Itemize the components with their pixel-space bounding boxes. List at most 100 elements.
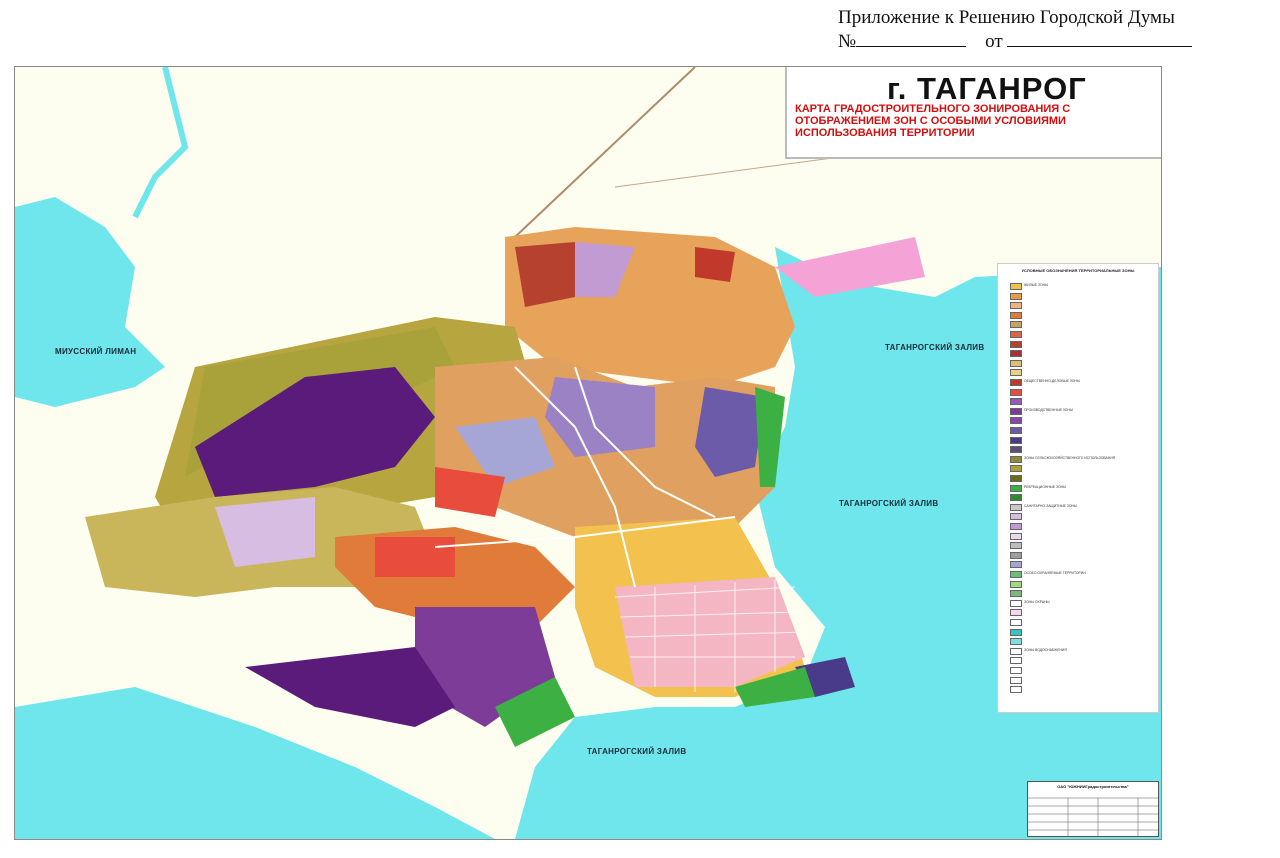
legend-item bbox=[1010, 416, 1155, 425]
legend-item bbox=[1010, 532, 1155, 540]
legend-swatch bbox=[1010, 484, 1022, 492]
legend-label: ЖИЛЫЕ ЗОНЫ bbox=[1024, 283, 1049, 287]
legend-label: ПРОИЗВОДСТВЕННЫЕ ЗОНЫ bbox=[1024, 407, 1073, 412]
legend-label: ЗОНЫ СЕЛЬСКОХОЗЯЙСТВЕННОГО ИСПОЛЬЗОВАНИЯ bbox=[1024, 455, 1116, 460]
map-legend: УСЛОВНЫЕ ОБОЗНАЧЕНИЯ ТЕРРИТОРИАЛЬНЫЕ ЗОН… bbox=[997, 263, 1159, 713]
document-header: Приложение к Решению Городской Думы № от bbox=[838, 6, 1278, 54]
legend-swatch bbox=[1010, 571, 1022, 578]
legend-swatch bbox=[1010, 580, 1022, 588]
legend-swatch bbox=[1010, 667, 1022, 674]
legend-swatch bbox=[1010, 340, 1022, 348]
legend-swatch bbox=[1010, 283, 1022, 290]
legend-label: САНИТАРНО-ЗАЩИТНЫЕ ЗОНЫ bbox=[1024, 503, 1077, 508]
legend-item bbox=[1010, 512, 1155, 521]
legend-item bbox=[1010, 522, 1155, 530]
legend-swatch bbox=[1010, 407, 1022, 415]
legend-swatch bbox=[1010, 331, 1022, 338]
legend-item bbox=[1010, 493, 1155, 502]
legend-swatch bbox=[1010, 379, 1022, 386]
legend-item bbox=[1010, 445, 1155, 454]
legend-item: ЖИЛЫЕ ЗОНЫ bbox=[1010, 282, 1155, 290]
decision-number-line: № от bbox=[838, 30, 1278, 54]
legend-label: ЗОНЫ ВОДОСНАБЖЕНИЯ bbox=[1024, 647, 1067, 652]
legend-swatch bbox=[1010, 369, 1022, 377]
legend-swatch bbox=[1010, 676, 1022, 684]
legend-item bbox=[1010, 368, 1155, 377]
legend-item: ОСОБО ОХРАНЯЕМЫЕ ТЕРРИТОРИИ bbox=[1010, 570, 1155, 578]
number-prefix: № bbox=[838, 31, 857, 52]
legend-swatch bbox=[1010, 532, 1022, 540]
legend-item bbox=[1010, 628, 1155, 636]
legend-item: ЗОНЫ СЕЛЬСКОХОЗЯЙСТВЕННОГО ИСПОЛЬЗОВАНИЯ bbox=[1010, 455, 1155, 463]
legend-item bbox=[1010, 320, 1155, 329]
number-blank bbox=[856, 30, 967, 47]
legend-swatch bbox=[1010, 311, 1022, 319]
legend-item bbox=[1010, 464, 1155, 473]
legend-item bbox=[1010, 608, 1155, 617]
map-subtitle: КАРТА ГРАДОСТРОИТЕЛЬНОГО ЗОНИРОВАНИЯ С О… bbox=[795, 103, 1071, 139]
legend-swatch bbox=[1010, 455, 1022, 463]
legend-item bbox=[1010, 676, 1155, 684]
legend-swatch bbox=[1010, 551, 1022, 559]
label-bay-lower: ТАГАНРОГСКИЙ ЗАЛИВ bbox=[587, 747, 687, 756]
zoning-map[interactable]: МИУССКИЙ ЛИМАН ТАГАНРОГСКИЙ ЗАЛИВ ТАГАНР… bbox=[14, 66, 1162, 840]
label-bay-middle: ТАГАНРОГСКИЙ ЗАЛИВ bbox=[839, 499, 939, 508]
legend-swatch bbox=[1010, 321, 1022, 329]
label-bay-upper: ТАГАНРОГСКИЙ ЗАЛИВ bbox=[885, 343, 985, 352]
legend-swatch bbox=[1010, 609, 1022, 617]
map-canvas[interactable] bbox=[15, 67, 1161, 839]
legend-item bbox=[1010, 388, 1155, 396]
legend-label: РЕКРЕАЦИОННЫЕ ЗОНЫ bbox=[1024, 484, 1067, 489]
legend-item bbox=[1010, 426, 1155, 434]
legend-item bbox=[1010, 618, 1155, 626]
legend-item bbox=[1010, 397, 1155, 406]
legend-swatch bbox=[1010, 513, 1022, 521]
legend-item bbox=[1010, 656, 1155, 665]
legend-swatch bbox=[1010, 657, 1022, 665]
legend-item: ЗОНЫ ВОДОСНАБЖЕНИЯ bbox=[1010, 647, 1155, 655]
legend-label: ОБЩЕСТВЕННО-ДЕЛОВЫЕ ЗОНЫ bbox=[1024, 379, 1080, 383]
legend-item: РЕКРЕАЦИОННЫЕ ЗОНЫ bbox=[1010, 484, 1155, 492]
legend-swatch bbox=[1010, 686, 1022, 694]
title-stamp: ОАО "ЮЖНИИГрадостроительства" bbox=[1027, 781, 1159, 837]
legend-swatch bbox=[1010, 647, 1022, 655]
legend-swatch bbox=[1010, 523, 1022, 530]
legend-item bbox=[1010, 560, 1155, 569]
legend-swatch bbox=[1010, 542, 1022, 550]
date-blank bbox=[1007, 30, 1193, 47]
legend-swatch bbox=[1010, 638, 1022, 646]
legend-item bbox=[1010, 349, 1155, 358]
legend-item bbox=[1010, 474, 1155, 482]
legend-label: ОСОБО ОХРАНЯЕМЫЕ ТЕРРИТОРИИ bbox=[1024, 571, 1086, 575]
legend-swatch bbox=[1010, 417, 1022, 425]
legend-label: ЗОНЫ ОХРАНЫ bbox=[1024, 599, 1050, 604]
legend-swatch bbox=[1010, 302, 1022, 310]
legend-swatch bbox=[1010, 398, 1022, 406]
legend-item bbox=[1010, 541, 1155, 550]
legend-swatch bbox=[1010, 494, 1022, 502]
zone-north-public bbox=[515, 242, 575, 307]
legend-swatch bbox=[1010, 292, 1022, 300]
legend-item bbox=[1010, 311, 1155, 319]
legend-item bbox=[1010, 589, 1155, 598]
legend-swatch bbox=[1010, 465, 1022, 473]
stamp-grid bbox=[1028, 797, 1158, 836]
legend-item bbox=[1010, 637, 1155, 646]
label-miussky-liman: МИУССКИЙ ЛИМАН bbox=[55, 347, 137, 356]
legend-item: ЗОНЫ ОХРАНЫ bbox=[1010, 599, 1155, 607]
legend-swatch bbox=[1010, 388, 1022, 396]
legend-item bbox=[1010, 551, 1155, 559]
legend-swatch bbox=[1010, 350, 1022, 358]
legend-item bbox=[1010, 580, 1155, 588]
legend-item: САНИТАРНО-ЗАЩИТНЫЕ ЗОНЫ bbox=[1010, 503, 1155, 511]
zone-south-public bbox=[375, 537, 455, 577]
legend-item bbox=[1010, 301, 1155, 310]
decision-title: Приложение к Решению Городской Думы bbox=[838, 7, 1175, 28]
legend-item bbox=[1010, 292, 1155, 300]
legend-swatch bbox=[1010, 446, 1022, 454]
stamp-org: ОАО "ЮЖНИИГрадостроительства" bbox=[1057, 784, 1129, 789]
legend-heading: УСЛОВНЫЕ ОБОЗНАЧЕНИЯ ТЕРРИТОРИАЛЬНЫЕ ЗОН… bbox=[1021, 268, 1135, 273]
legend-item bbox=[1010, 666, 1155, 674]
legend-item bbox=[1010, 436, 1155, 444]
legend-item bbox=[1010, 340, 1155, 348]
